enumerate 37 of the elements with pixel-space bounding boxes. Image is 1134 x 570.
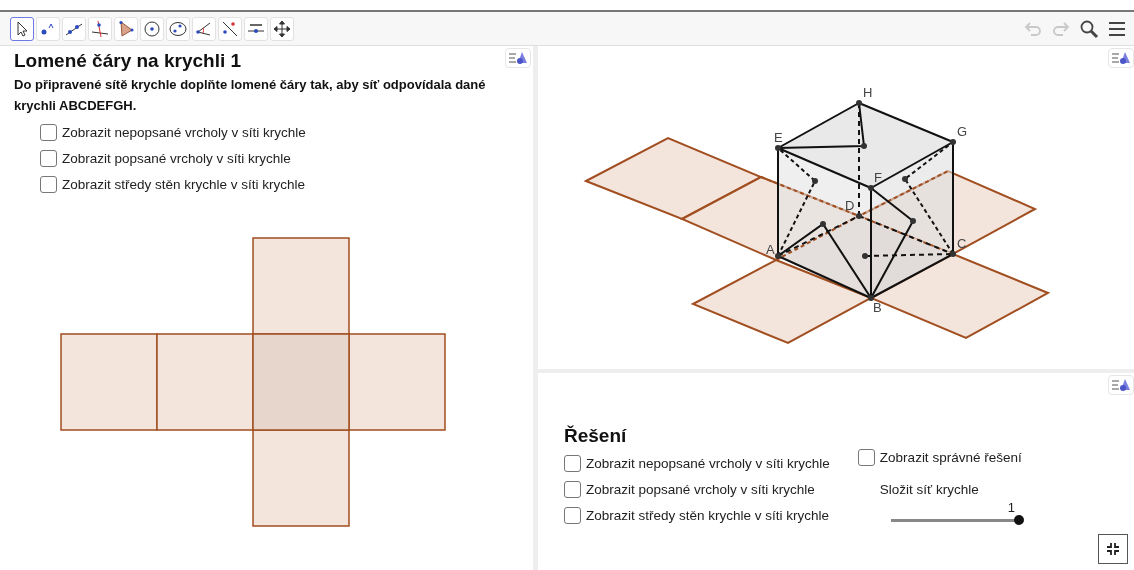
checkbox[interactable]: Zobrazit popsané vrcholy v síti krychle: [40, 150, 533, 167]
exit-fullscreen-button[interactable]: [1098, 534, 1128, 564]
slider-label: Složit síť krychle: [879, 482, 980, 497]
move-icon: [273, 19, 291, 38]
instructions: Do připravené sítě krychle doplňte lomené čáry tak, aby síť odpovídala dané krychli ABCDEFGH.: [14, 76, 487, 115]
activity-title: Lomené čáry na krychli 1: [14, 50, 242, 72]
style-bar-button[interactable]: [1108, 48, 1134, 68]
section-title: Řešení: [564, 425, 628, 447]
style-bar-icon: [1111, 378, 1131, 392]
checkbox[interactable]: Zobrazit nepopsané vrcholy v síti krychle: [40, 124, 533, 141]
vertex-label: F: [874, 170, 882, 185]
checkbox[interactable]: Zobrazit nepopsané vrcholy v síti krychle: [564, 455, 830, 472]
checkbox[interactable]: Zobrazit středy stěn krychle v síti krychle: [40, 176, 533, 193]
triangle-icon: [117, 19, 135, 38]
vertex-label: D: [845, 198, 855, 213]
checkbox[interactable]: Zobrazit správné řešení: [857, 449, 1024, 466]
vertex-label: C: [957, 236, 967, 251]
style-bar-button[interactable]: [505, 48, 531, 68]
search-icon: [1079, 18, 1099, 39]
tool-button[interactable]: [10, 16, 34, 41]
vertex-label: H: [863, 85, 873, 100]
checkbox[interactable]: Zobrazit středy stěn krychle v síti krychle: [564, 507, 830, 524]
vertex-label: G: [957, 124, 968, 139]
vertex-label: A: [766, 242, 775, 257]
vertex-label: B: [873, 300, 882, 315]
style-bar-icon: [508, 51, 528, 65]
slider-value: 1: [1007, 500, 1017, 515]
collapse-icon: [1106, 542, 1120, 556]
circle-icon: [143, 19, 161, 38]
style-bar-button[interactable]: [1108, 375, 1134, 395]
style-bar-icon: [1111, 51, 1131, 65]
slider-thumb[interactable]: [1013, 515, 1024, 525]
ellipse-icon: [169, 19, 187, 38]
vertex-label: E: [774, 130, 783, 145]
reflect-icon: [221, 19, 239, 38]
perpendicular-icon: [91, 19, 109, 38]
checkbox[interactable]: Zobrazit popsané vrcholy v síti krychle: [564, 481, 830, 498]
